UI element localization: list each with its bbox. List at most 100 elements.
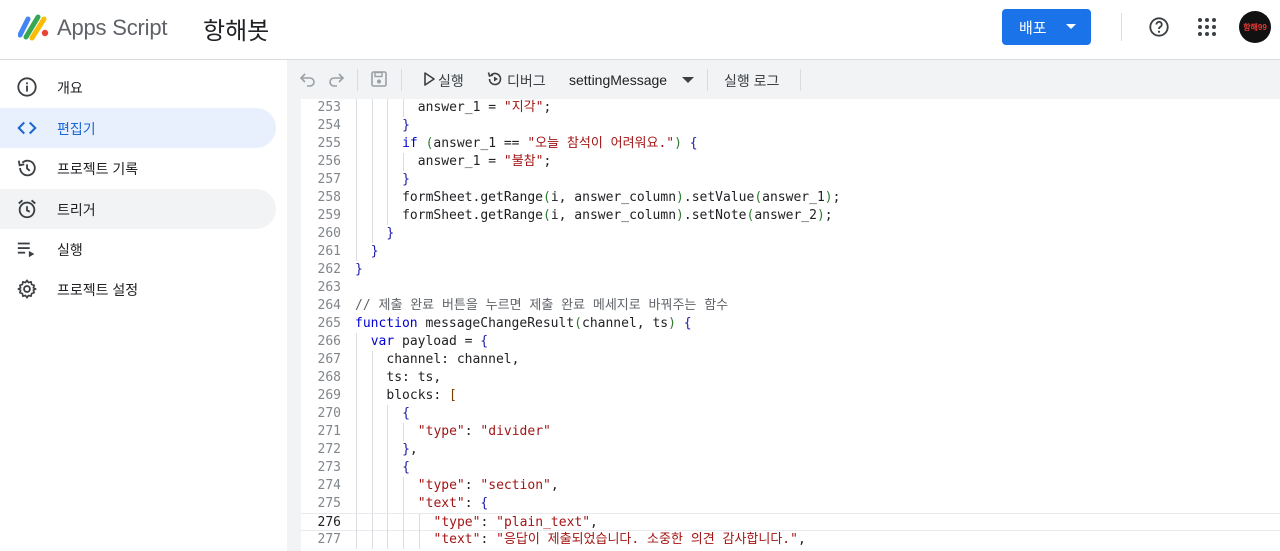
code-line[interactable]: 260}	[301, 225, 1280, 243]
code-text: }	[370, 244, 379, 259]
indent-guide	[356, 441, 357, 459]
code-line[interactable]: 266 var payload = {	[301, 333, 1280, 351]
line-number: 268	[317, 370, 341, 385]
code-text: channel: channel,	[386, 352, 520, 367]
code-line[interactable]: 256 answer_1 = "불참";	[301, 153, 1280, 171]
sidebar: 개요 편집기 프로젝트 기록 트리거 실행 프로젝트 설정	[0, 60, 287, 551]
code-text: // 제출 완료 버튼을 누르면 제출 완료 메세지로 바꿔주는 함수	[355, 298, 729, 313]
code-line[interactable]: 275 "text": {	[301, 495, 1280, 513]
sidebar-item-overview[interactable]: 개요	[0, 67, 276, 107]
indent-guide	[371, 135, 373, 153]
chevron-down-icon	[1066, 24, 1076, 29]
indent-guide	[356, 405, 357, 423]
code-line[interactable]: 267 channel: channel,	[301, 351, 1280, 369]
toolbar-divider	[800, 69, 801, 91]
indent-guide	[356, 387, 357, 405]
line-number: 269	[317, 388, 341, 403]
sidebar-item-triggers[interactable]: 트리거	[0, 189, 276, 229]
code-line[interactable]: 277 "text": "응답이 제출되었습니다. 소중한 의견 감사합니다.",	[301, 531, 1280, 549]
indent-guide	[356, 423, 357, 441]
line-number: 264	[317, 298, 341, 313]
deploy-button[interactable]: 배포	[1002, 9, 1091, 45]
code-line[interactable]: 253 answer_1 = "지각";	[301, 99, 1280, 117]
execution-log-button[interactable]: 실행 로그	[724, 71, 779, 91]
code-line[interactable]: 270 {	[301, 405, 1280, 423]
code-text: }	[402, 172, 410, 187]
indent-guide	[387, 189, 389, 207]
indent-guide	[356, 135, 357, 153]
code-line[interactable]: 273 {	[301, 459, 1280, 477]
toolbar-divider	[357, 69, 358, 91]
sidebar-item-history[interactable]: 프로젝트 기록	[0, 148, 276, 188]
indent-guide	[403, 99, 405, 117]
indent-guide	[371, 171, 373, 189]
editor-toolbar: 실행 디버그 settingMessage 실행 로그	[287, 60, 1280, 99]
indent-guide	[418, 514, 420, 532]
code-line[interactable]: 264 // 제출 완료 버튼을 누르면 제출 완료 메세지로 바꿔주는 함수	[301, 297, 1280, 315]
code-line[interactable]: 254}	[301, 117, 1280, 135]
code-line[interactable]: 268 ts: ts,	[301, 369, 1280, 387]
redo-icon[interactable]	[327, 70, 345, 88]
apps-grid-icon[interactable]	[1197, 17, 1217, 37]
indent-guide	[356, 333, 357, 351]
code-text: "type": "plain_text",	[433, 515, 598, 530]
code-text: function messageChangeResult(channel, ts…	[355, 316, 692, 331]
indent-guide	[418, 531, 420, 549]
line-number: 262	[317, 262, 341, 277]
code-editor[interactable]: 253 answer_1 = "지각"; 254} 255 if (answer_1 =…	[301, 99, 1280, 551]
indent-guide	[356, 153, 357, 171]
help-icon[interactable]	[1148, 16, 1170, 38]
code-line[interactable]: 259 formSheet.getRange(i, answer_column).…	[301, 207, 1280, 225]
executions-icon	[17, 242, 35, 258]
code-text: if (answer_1 == "오늘 참석이 어려워요.") {	[402, 136, 698, 151]
sidebar-item-label: 개요	[57, 80, 83, 96]
code-line[interactable]: 276 "type": "plain_text",	[301, 513, 1280, 532]
code-line[interactable]: 258 formSheet.getRange(i, answer_column).…	[301, 189, 1280, 207]
sidebar-item-executions[interactable]: 실행	[0, 229, 276, 269]
line-number: 276	[317, 515, 341, 530]
code-line[interactable]: 272},	[301, 441, 1280, 459]
code-line[interactable]: 274 "type": "section",	[301, 477, 1280, 495]
sidebar-item-label: 프로젝트 기록	[57, 161, 139, 177]
code-text: }	[355, 262, 363, 277]
code-line[interactable]: 261}	[301, 243, 1280, 261]
line-number: 271	[317, 424, 341, 439]
code-text: formSheet.getRange(i, answer_column).set…	[402, 190, 841, 205]
indent-guide	[356, 477, 357, 495]
toolbar-divider	[401, 69, 402, 91]
indent-guide	[371, 99, 373, 117]
line-number: 277	[317, 532, 341, 547]
save-icon[interactable]	[370, 70, 388, 88]
code-text: },	[402, 442, 418, 457]
app-name[interactable]: Apps Script	[57, 15, 167, 41]
function-name: settingMessage	[569, 72, 668, 88]
code-line[interactable]: 269 blocks: [	[301, 387, 1280, 405]
code-line[interactable]: 257}	[301, 171, 1280, 189]
indent-guide	[371, 405, 373, 423]
undo-icon[interactable]	[299, 70, 317, 88]
avatar[interactable]: 항해99	[1239, 11, 1271, 43]
sidebar-item-label: 프로젝트 설정	[57, 282, 139, 298]
code-line[interactable]: 263	[301, 279, 1280, 297]
code-line[interactable]: 271 "type": "divider"	[301, 423, 1280, 441]
apps-script-logo-icon[interactable]	[18, 13, 50, 41]
indent-guide	[356, 189, 357, 207]
avatar-text: 항해99	[1243, 22, 1267, 32]
editor-area: 실행 디버그 settingMessage 실행 로그 253 answer_1 …	[287, 60, 1280, 551]
indent-guide	[356, 225, 357, 243]
code-text: {	[402, 406, 410, 421]
gear-icon	[17, 279, 37, 299]
indent-guide	[403, 477, 405, 495]
project-title[interactable]: 항해봇	[203, 11, 269, 46]
history-icon	[17, 159, 36, 177]
code-line[interactable]: 255 if (answer_1 == "오늘 참석이 어려워요.") {	[301, 135, 1280, 153]
code-line[interactable]: 265 function messageChangeResult(channel,…	[301, 315, 1280, 333]
indent-guide	[403, 531, 405, 549]
indent-guide	[387, 495, 389, 513]
code-text: }	[386, 226, 395, 241]
indent-guide	[387, 423, 389, 441]
sidebar-item-editor[interactable]: 편집기	[0, 108, 276, 148]
indent-guide	[356, 243, 357, 261]
sidebar-item-settings[interactable]: 프로젝트 설정	[0, 269, 276, 309]
code-line[interactable]: 262}	[301, 261, 1280, 279]
